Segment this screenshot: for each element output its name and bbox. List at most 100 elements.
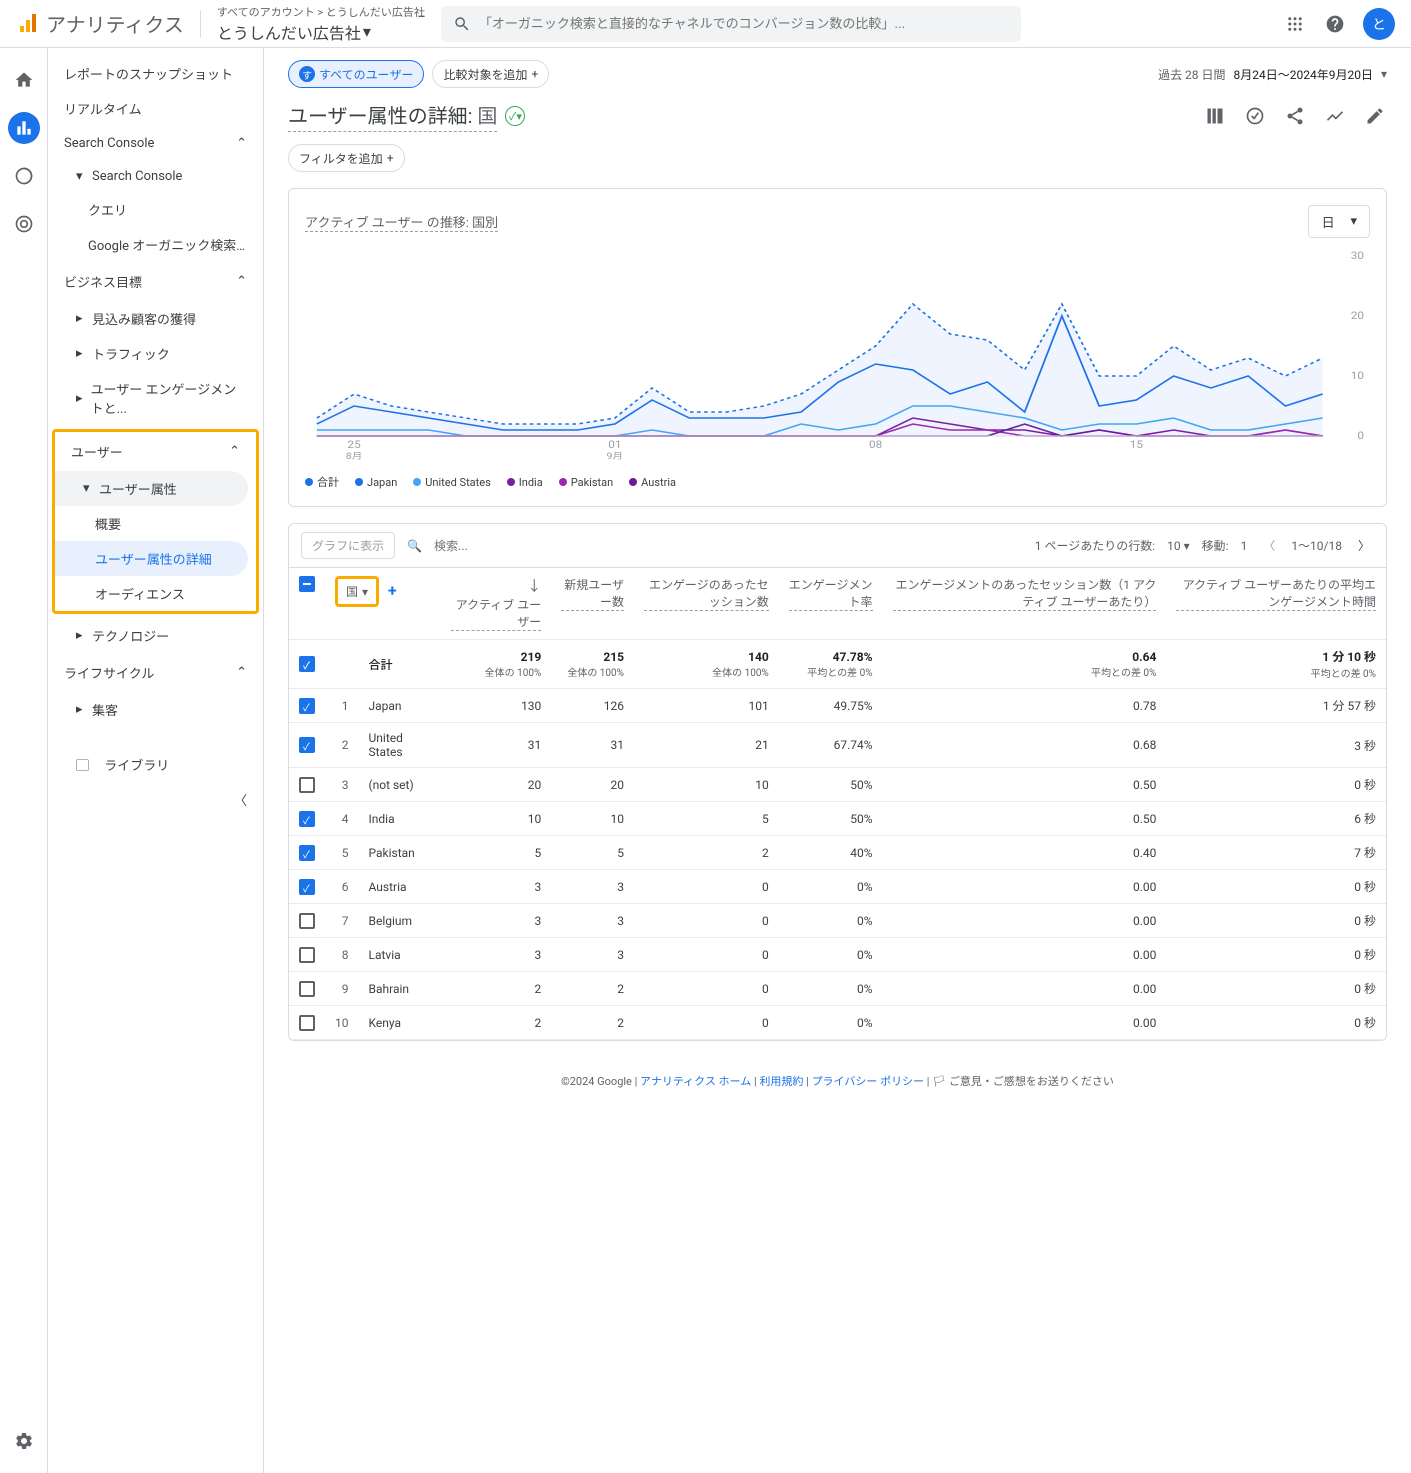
row-checkbox[interactable]	[299, 1015, 315, 1031]
search-input[interactable]	[479, 16, 1009, 31]
search-icon: 🔍	[407, 539, 422, 553]
sidebar-query[interactable]: クエリ	[48, 192, 263, 227]
legend-item[interactable]: Japan	[355, 476, 397, 489]
table-row[interactable]: 6 Austria3300%0.000 秒	[289, 870, 1386, 904]
dropdown-icon: ▾	[1381, 67, 1387, 81]
col-new-users[interactable]: 新規ユーザー数	[551, 568, 634, 640]
sidebar-section-lifecycle[interactable]: ライフサイクル⌃	[48, 653, 263, 692]
row-checkbox[interactable]	[299, 879, 315, 895]
product-logo[interactable]: アナリティクス	[16, 9, 184, 38]
row-checkbox[interactable]	[299, 811, 315, 827]
sidebar-search-console-sub[interactable]: ▾Search Console	[48, 161, 263, 192]
rows-per-page-value[interactable]: 10 ▾	[1167, 539, 1190, 553]
row-checkbox[interactable]	[299, 737, 315, 753]
rail-reports-icon[interactable]	[8, 112, 40, 144]
report-sidebar: レポートのスナップショット リアルタイム Search Console⌃ ▾Se…	[48, 48, 264, 1473]
sidebar-traffic[interactable]: ▸トラフィック	[48, 336, 263, 371]
insights-icon[interactable]	[1243, 104, 1267, 128]
sidebar-technology[interactable]: ▸テクノロジー	[48, 618, 263, 653]
sidebar-overview[interactable]: 概要	[55, 506, 256, 541]
sidebar-acquisition[interactable]: ▸集客	[48, 692, 263, 727]
apps-icon[interactable]	[1283, 12, 1307, 36]
sidebar-user-attributes[interactable]: ▾ユーザー属性	[55, 471, 248, 506]
row-checkbox[interactable]	[299, 777, 315, 793]
table-row[interactable]: 9 Bahrain2200%0.000 秒	[289, 972, 1386, 1006]
edit-icon[interactable]	[1363, 104, 1387, 128]
svg-text:9月: 9月	[607, 452, 624, 462]
table-row[interactable]: 2 United States31312167.74%0.683 秒	[289, 723, 1386, 768]
customize-icon[interactable]	[1203, 104, 1227, 128]
sidebar-realtime[interactable]: リアルタイム	[48, 91, 263, 126]
row-checkbox[interactable]	[299, 698, 315, 714]
legend-item[interactable]: Pakistan	[559, 476, 613, 489]
col-sessions-per-user[interactable]: エンゲージメントのあったセッション数（1 アクティブ ユーザーあたり）	[883, 568, 1167, 640]
help-icon[interactable]	[1323, 12, 1347, 36]
legend-item[interactable]: India	[507, 476, 543, 489]
col-avg-engagement-time[interactable]: アクティブ ユーザーあたりの平均エンゲージメント時間	[1166, 568, 1386, 640]
share-icon[interactable]	[1283, 104, 1307, 128]
row-checkbox[interactable]	[299, 845, 315, 861]
line-chart[interactable]: 3020100258月019月0815	[305, 246, 1370, 466]
sidebar-section-business[interactable]: ビジネス目標⌃	[48, 262, 263, 301]
select-all-checkbox[interactable]	[299, 576, 315, 592]
sidebar-organic[interactable]: Google オーガニック検索レ...	[48, 227, 263, 262]
totals-row: 合計219全体の 100%215全体の 100%140全体の 100%47.78…	[289, 640, 1386, 689]
row-checkbox[interactable]	[299, 947, 315, 963]
rail-admin-icon[interactable]	[8, 1425, 40, 1457]
table-row[interactable]: 4 India1010550%0.506 秒	[289, 802, 1386, 836]
sidebar-library[interactable]: ▢ ライブラリ	[48, 747, 263, 782]
search-bar[interactable]	[441, 6, 1021, 42]
sidebar-snapshot[interactable]: レポートのスナップショット	[48, 56, 263, 91]
legend-item[interactable]: Austria	[629, 476, 676, 489]
col-engaged-sessions[interactable]: エンゲージのあったセッション数	[634, 568, 779, 640]
verified-icon[interactable]: ✓▾	[505, 106, 525, 126]
col-engagement-rate[interactable]: エンゲージメント率	[779, 568, 883, 640]
legend-item[interactable]: United States	[413, 476, 490, 489]
add-filter-chip[interactable]: フィルタを追加+	[288, 144, 405, 172]
prev-page-button[interactable]: 〈	[1259, 537, 1279, 554]
rail-explore-icon[interactable]	[8, 160, 40, 192]
sidebar-leads[interactable]: ▸見込み顧客の獲得	[48, 301, 263, 336]
sidebar-collapse-button[interactable]: 〈	[48, 782, 263, 817]
segment-chip-all-users[interactable]: すすべてのユーザー	[288, 60, 424, 88]
table-row[interactable]: 8 Latvia3300%0.000 秒	[289, 938, 1386, 972]
footer-link-privacy[interactable]: プライバシー ポリシー	[812, 1075, 925, 1088]
table-row[interactable]: 1 Japan13012610149.75%0.781 分 57 秒	[289, 689, 1386, 723]
rail-home-icon[interactable]	[8, 64, 40, 96]
table-row[interactable]: 7 Belgium3300%0.000 秒	[289, 904, 1386, 938]
trend-icon[interactable]	[1323, 104, 1347, 128]
page-title: ユーザー属性の詳細: 国	[288, 100, 497, 132]
row-checkbox[interactable]	[299, 913, 315, 929]
next-page-button[interactable]: 〉	[1354, 537, 1374, 554]
footer-feedback[interactable]: ご意見・ご感想をお送りください	[949, 1075, 1114, 1088]
add-dimension-button[interactable]: +	[382, 581, 403, 600]
table-search-input[interactable]	[434, 539, 514, 553]
plus-icon: +	[387, 151, 394, 165]
table-row[interactable]: 3 (not set)20201050%0.500 秒	[289, 768, 1386, 802]
add-comparison-chip[interactable]: 比較対象を追加+	[432, 60, 549, 88]
col-active-users[interactable]: ↓ アクティブ ユーザー	[441, 568, 551, 640]
period-selector[interactable]: 日▾	[1308, 205, 1370, 238]
dimension-selector[interactable]: 国▾	[335, 576, 379, 607]
rail-advertising-icon[interactable]	[8, 208, 40, 240]
goto-value[interactable]: 1	[1241, 539, 1248, 553]
sidebar-engagement[interactable]: ▸ユーザー エンゲージメントと...	[48, 371, 263, 425]
footer-link-home[interactable]: アナリティクス ホーム	[640, 1075, 751, 1088]
chart-title: アクティブ ユーザー の推移: 国別	[305, 212, 498, 232]
sidebar-section-search-console[interactable]: Search Console⌃	[48, 126, 263, 161]
legend-item[interactable]: 合計	[305, 474, 339, 490]
date-range-picker[interactable]: 過去 28 日間 8月24日～2024年9月20日 ▾	[1158, 66, 1387, 83]
totals-checkbox[interactable]	[299, 656, 315, 672]
plus-icon: +	[531, 67, 538, 81]
row-checkbox[interactable]	[299, 981, 315, 997]
account-selector[interactable]: すべてのアカウント > とうしんだい広告社 とうしんだい広告社▾	[217, 4, 425, 44]
table-row[interactable]: 10 Kenya2200%0.000 秒	[289, 1006, 1386, 1040]
sidebar-audience[interactable]: オーディエンス	[55, 576, 256, 611]
user-avatar[interactable]: と	[1363, 8, 1395, 40]
sidebar-section-user[interactable]: ユーザー⌃	[55, 432, 256, 471]
plot-in-chart-chip[interactable]: グラフに表示	[301, 532, 395, 559]
table-row[interactable]: 5 Pakistan55240%0.407 秒	[289, 836, 1386, 870]
footer-link-terms[interactable]: 利用規約	[759, 1075, 803, 1088]
sidebar-user-detail[interactable]: ユーザー属性の詳細	[55, 541, 248, 576]
chevron-up-icon: ⌃	[236, 665, 247, 680]
